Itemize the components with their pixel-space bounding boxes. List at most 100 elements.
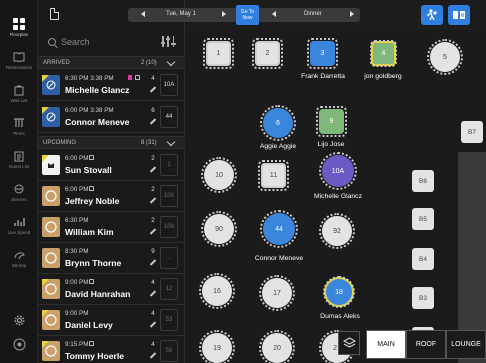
party-size: 4 [151, 279, 155, 286]
filter-icon[interactable] [160, 36, 175, 47]
rail-item-livespend[interactable]: Live Spend [0, 216, 38, 235]
reservation-row[interactable]: 6:00 PM Jeffrey Noble 2 100 [38, 181, 185, 212]
reservation-row[interactable]: 6:00 PM 3:38 PM Connor Meneve 6 44 [38, 102, 185, 133]
guest-name: William Kim [65, 227, 114, 237]
date-label[interactable]: Tue, May 1 [166, 11, 196, 17]
table-18[interactable]: 18 [323, 276, 355, 308]
guest-avatar-icon [42, 186, 60, 206]
table-6[interactable]: 6 [260, 105, 296, 141]
search-input[interactable] [61, 36, 151, 47]
rail-label: Guest List [8, 164, 30, 169]
go-to-now-button[interactable]: Go To Now [236, 5, 259, 25]
shift-label[interactable]: Dinner [304, 11, 322, 17]
booth-b5[interactable]: B5 [412, 208, 434, 230]
prev-shift-button[interactable] [272, 11, 276, 17]
edit-icon[interactable] [150, 198, 156, 204]
table-44[interactable]: 44 [260, 210, 298, 248]
table-5[interactable]: 5 [427, 39, 463, 75]
booth-b7[interactable]: B7 [461, 121, 483, 143]
reservation-row[interactable]: 8:30 PM Brynn Thorne 9 ... [38, 243, 185, 274]
chevron-down-icon [166, 57, 176, 67]
tab-roof[interactable]: ROOF [406, 330, 446, 359]
table-number: 12 [160, 278, 178, 300]
search-icon [48, 37, 56, 46]
note-icon [89, 279, 94, 284]
table-19[interactable]: 19 [199, 330, 235, 363]
table-90[interactable]: 90 [201, 211, 237, 247]
reservation-row[interactable]: 9:00 PM Daniel Levy 4 53 [38, 305, 185, 336]
tag-icon [128, 75, 132, 80]
prev-day-button[interactable] [141, 11, 145, 17]
booth-b3[interactable]: B3 [412, 287, 434, 309]
table-guest-name: Frank Darretta [301, 73, 345, 80]
table-4[interactable]: 4 [370, 40, 397, 67]
rail-item-waitlist[interactable]: Wait List [0, 84, 38, 103]
book-reservation-button[interactable] [448, 5, 470, 25]
guest-name: Brynn Thorne [65, 258, 122, 268]
guest-name: Jeffrey Noble [65, 196, 120, 206]
reservation-time: 6:00 PM [65, 186, 89, 193]
vip-status-icon [42, 155, 60, 175]
edit-icon[interactable] [150, 119, 156, 125]
rail-item-shrimp[interactable]: Shrimp [0, 249, 38, 268]
rail-item-reservations[interactable]: Reservations [0, 51, 38, 70]
reservation-row[interactable]: 6:00 PM Sun Stovall 2 1 [38, 150, 185, 181]
reservation-row[interactable]: 9:00 PM David Hanrahan 4 12 [38, 274, 185, 305]
search-box [44, 33, 156, 50]
next-day-button[interactable] [222, 11, 226, 17]
edit-icon[interactable] [150, 260, 156, 266]
table-number: 108 [160, 216, 178, 238]
booth-b4[interactable]: B4 [412, 248, 434, 270]
reservation-row[interactable]: 9:15 PM Tommy Hoerle 4 58 [38, 336, 185, 363]
guest-avatar-icon [42, 341, 60, 361]
rail-item-floorplan[interactable]: Floorplan [0, 18, 38, 37]
table-1[interactable]: 1 [203, 38, 234, 69]
reservation-row[interactable]: 6:30 PM 3:38 PM Michelle Glancz 4 10A [38, 70, 185, 101]
reservation-time: 6:00 PM 3:38 PM [65, 107, 114, 114]
table-16[interactable]: 16 [199, 273, 235, 309]
reservation-time: 8:30 PM [65, 248, 89, 255]
servers-icon [12, 183, 26, 195]
table-11[interactable]: 11 [258, 160, 289, 191]
section-header-arrived[interactable]: ARRIVED 2 (10) [38, 56, 185, 69]
table-3[interactable]: 3 [307, 38, 338, 69]
edit-icon[interactable] [150, 229, 156, 235]
note-icon [89, 186, 94, 191]
layers-button[interactable] [338, 331, 360, 355]
document-icon[interactable] [50, 7, 60, 20]
table-10[interactable]: 10 [201, 157, 237, 193]
party-size: 4 [151, 75, 155, 82]
table-17[interactable]: 17 [259, 275, 295, 311]
walk-in-button[interactable] [421, 5, 443, 25]
section-header-upcoming[interactable]: UPCOMING 8 (31) [38, 136, 185, 149]
rail-item-pines[interactable]: Pines [0, 117, 38, 136]
shrimp-icon [12, 249, 26, 261]
edit-icon[interactable] [150, 322, 156, 328]
next-shift-button[interactable] [350, 11, 354, 17]
booth-b6[interactable]: B6 [412, 170, 434, 192]
table-92[interactable]: 92 [319, 213, 355, 249]
gear-icon [12, 314, 26, 326]
profile-button[interactable] [0, 338, 38, 350]
reservation-list-panel: ARRIVED 2 (10) 6:30 PM 3:38 PM Michelle … [38, 0, 185, 363]
table-9[interactable]: 9 [316, 106, 347, 137]
table-10a[interactable]: 10A [319, 152, 357, 190]
table-20[interactable]: 20 [259, 330, 295, 363]
rail-label: Servers [11, 197, 27, 202]
rail-label: Pines [13, 131, 25, 136]
tab-lounge[interactable]: LOUNGE [446, 330, 486, 359]
rail-item-guestlist[interactable]: Guest List [0, 150, 38, 169]
edit-icon[interactable] [150, 87, 156, 93]
guest-avatar-icon [42, 248, 60, 268]
section-count: 8 (31) [141, 139, 157, 146]
table-2[interactable]: 2 [252, 38, 283, 69]
edit-icon[interactable] [150, 167, 156, 173]
party-size: 6 [151, 107, 155, 114]
tab-main[interactable]: MAIN [366, 330, 406, 359]
guest-name: Connor Meneve [65, 117, 130, 127]
edit-icon[interactable] [150, 353, 156, 359]
edit-icon[interactable] [150, 291, 156, 297]
reservation-row[interactable]: 6:30 PM William Kim 2 108 [38, 212, 185, 243]
settings-button[interactable] [0, 314, 38, 326]
rail-item-servers[interactable]: Servers [0, 183, 38, 202]
